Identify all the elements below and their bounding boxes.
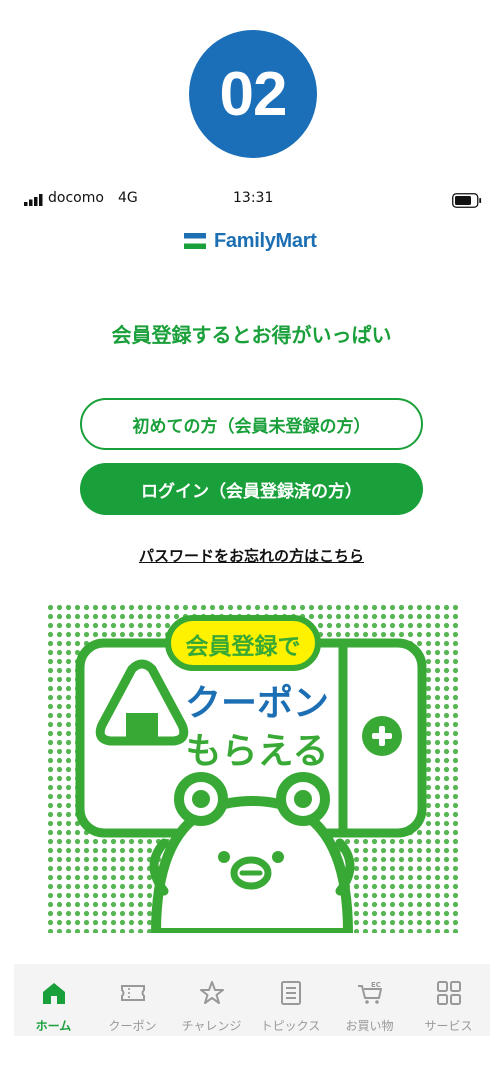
carrier-name: docomo [48,190,104,206]
status-bar: docomo 4G 13:31 [0,188,503,214]
coupon-banner-art: 会員登録で クーポン もらえる [46,603,458,933]
document-icon [281,981,301,1005]
forgot-password-link[interactable]: パスワードをお忘れの方はこちら [0,545,503,566]
tab-challenge[interactable]: チャレンジ [172,964,251,1036]
login-button[interactable]: ログイン（会員登録済の方） [80,463,423,515]
logo-text: FamilyMart [214,229,317,252]
tab-label: お買い物 [345,1019,394,1033]
network-type: 4G [118,190,138,206]
tab-coupon[interactable]: クーポン [93,964,172,1036]
tab-shopping[interactable]: EC お買い物 [330,964,409,1036]
svg-text:EC: EC [371,981,381,989]
battery-icon [452,193,482,208]
banner-line1: クーポン [185,682,329,724]
ec-cart-icon: EC [358,981,382,1004]
tab-label: ホーム [35,1019,72,1033]
banner-tag-text: 会員登録で [186,633,301,660]
banner-line2: もらえる [186,731,329,772]
tab-topics[interactable]: トピックス [251,964,330,1036]
status-time: 13:31 [233,190,274,206]
tab-service[interactable]: サービス [409,964,488,1036]
step-number: 02 [219,59,288,129]
step-badge: 02 [189,30,317,158]
new-member-button[interactable]: 初めての方（会員未登録の方） [80,398,423,450]
logo-stripes-icon [184,233,206,249]
signal-icon [24,194,43,206]
tab-label: チャレンジ [181,1019,242,1033]
tab-label: トピックス [260,1019,321,1033]
page-headline: 会員登録するとお得がいっぱい [111,323,392,347]
star-icon [200,981,224,1004]
tab-home[interactable]: ホーム [14,964,93,1036]
coupon-banner[interactable]: 会員登録で クーポン もらえる [46,603,458,933]
grid-icon [437,981,461,1005]
familymart-logo: FamilyMart [184,230,324,252]
coupon-icon [121,985,145,1001]
tab-label: サービス [424,1019,473,1033]
tab-label: クーポン [108,1019,157,1033]
bottom-tab-bar: ホーム クーポン チャレンジ トピックス EC お買い物 サービス [14,964,490,1036]
home-icon [43,983,65,1004]
